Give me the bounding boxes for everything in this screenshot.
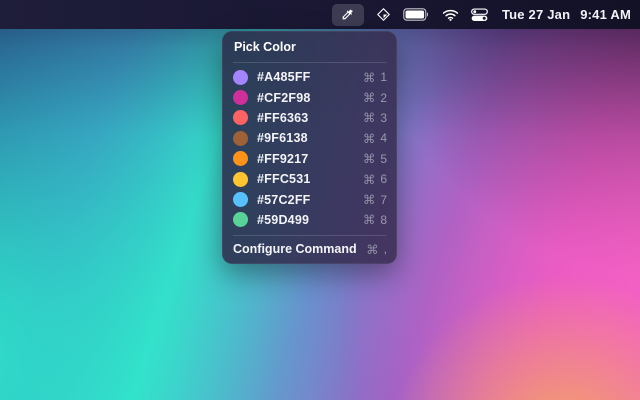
color-hex-label: #9F6138 <box>257 131 308 145</box>
color-swatch <box>233 192 248 207</box>
pick-color-dropdown-menu: Pick Color #A485FF ⌘1 #CF2F98 ⌘2 #FF6363… <box>222 31 397 264</box>
shortcut-hint: ⌘3 <box>363 110 387 125</box>
color-hex-label: #59D499 <box>257 213 309 227</box>
color-swatch <box>233 70 248 85</box>
menubar-clock[interactable]: 9:41 AM <box>580 7 631 22</box>
wifi-menubar-button[interactable] <box>442 4 459 26</box>
color-swatch <box>233 151 248 166</box>
control-center-icon <box>471 8 488 22</box>
shortcut-key: 2 <box>380 91 387 105</box>
color-hex-label: #A485FF <box>257 70 311 84</box>
color-menu-item[interactable]: #57C2FF ⌘7 <box>222 189 397 209</box>
battery-icon <box>403 8 430 21</box>
shortcut-hint: ⌘, <box>366 242 387 257</box>
color-swatch <box>233 131 248 146</box>
wifi-icon <box>442 9 459 21</box>
battery-menubar-button[interactable] <box>403 4 430 26</box>
color-menu-item[interactable]: #FF6363 ⌘3 <box>222 108 397 128</box>
color-hex-label: #FF9217 <box>257 152 308 166</box>
color-menu-item[interactable]: #9F6138 ⌘4 <box>222 128 397 148</box>
eyedropper-icon <box>341 8 354 21</box>
color-swatch <box>233 212 248 227</box>
shortcut-hint: ⌘2 <box>363 90 387 105</box>
color-hex-label: #57C2FF <box>257 193 311 207</box>
shortcut-hint: ⌘4 <box>363 131 387 146</box>
color-swatch <box>233 90 248 105</box>
color-swatch <box>233 110 248 125</box>
color-hex-label: #FF6363 <box>257 111 308 125</box>
diamond-icon <box>376 7 391 22</box>
color-menu-item[interactable]: #CF2F98 ⌘2 <box>222 87 397 107</box>
command-key-icon: ⌘ <box>363 131 376 146</box>
shortcut-key: 8 <box>380 213 387 227</box>
command-key-icon: ⌘ <box>363 151 376 166</box>
menubar-date[interactable]: Tue 27 Jan <box>502 7 570 22</box>
command-key-icon: ⌘ <box>363 110 376 125</box>
color-swatch <box>233 172 248 187</box>
configure-command-menu-item[interactable]: Configure Command ⌘, <box>222 239 397 259</box>
shortcut-hint: ⌘1 <box>363 70 387 85</box>
shortcut-key: 4 <box>380 131 387 145</box>
command-key-icon: ⌘ <box>363 70 376 85</box>
menu-title: Pick Color <box>222 37 397 60</box>
color-app-menubar-button[interactable] <box>376 4 391 26</box>
shortcut-hint: ⌘6 <box>363 172 387 187</box>
command-key-icon: ⌘ <box>363 90 376 105</box>
color-menu-item[interactable]: #59D499 ⌘8 <box>222 210 397 230</box>
shortcut-key: 1 <box>380 70 387 84</box>
command-key-icon: ⌘ <box>363 192 376 207</box>
color-menu-item[interactable]: #FFC531 ⌘6 <box>222 169 397 189</box>
command-key-icon: ⌘ <box>366 242 379 257</box>
shortcut-key: , <box>384 242 387 256</box>
color-menu-item[interactable]: #A485FF ⌘1 <box>222 67 397 87</box>
shortcut-key: 6 <box>380 172 387 186</box>
menu-separator <box>233 62 386 63</box>
control-center-menubar-button[interactable] <box>471 4 488 26</box>
color-hex-label: #CF2F98 <box>257 91 311 105</box>
shortcut-hint: ⌘5 <box>363 151 387 166</box>
shortcut-key: 3 <box>380 111 387 125</box>
shortcut-hint: ⌘7 <box>363 192 387 207</box>
command-key-icon: ⌘ <box>363 212 376 227</box>
menu-separator <box>233 235 386 236</box>
shortcut-hint: ⌘8 <box>363 212 387 227</box>
color-menu-item[interactable]: #FF9217 ⌘5 <box>222 149 397 169</box>
configure-command-label: Configure Command <box>233 242 357 256</box>
color-hex-label: #FFC531 <box>257 172 311 186</box>
menu-bar: Tue 27 Jan 9:41 AM <box>0 0 640 29</box>
shortcut-key: 5 <box>380 152 387 166</box>
eyedropper-menubar-button[interactable] <box>332 4 364 26</box>
shortcut-key: 7 <box>380 193 387 207</box>
command-key-icon: ⌘ <box>363 172 376 187</box>
